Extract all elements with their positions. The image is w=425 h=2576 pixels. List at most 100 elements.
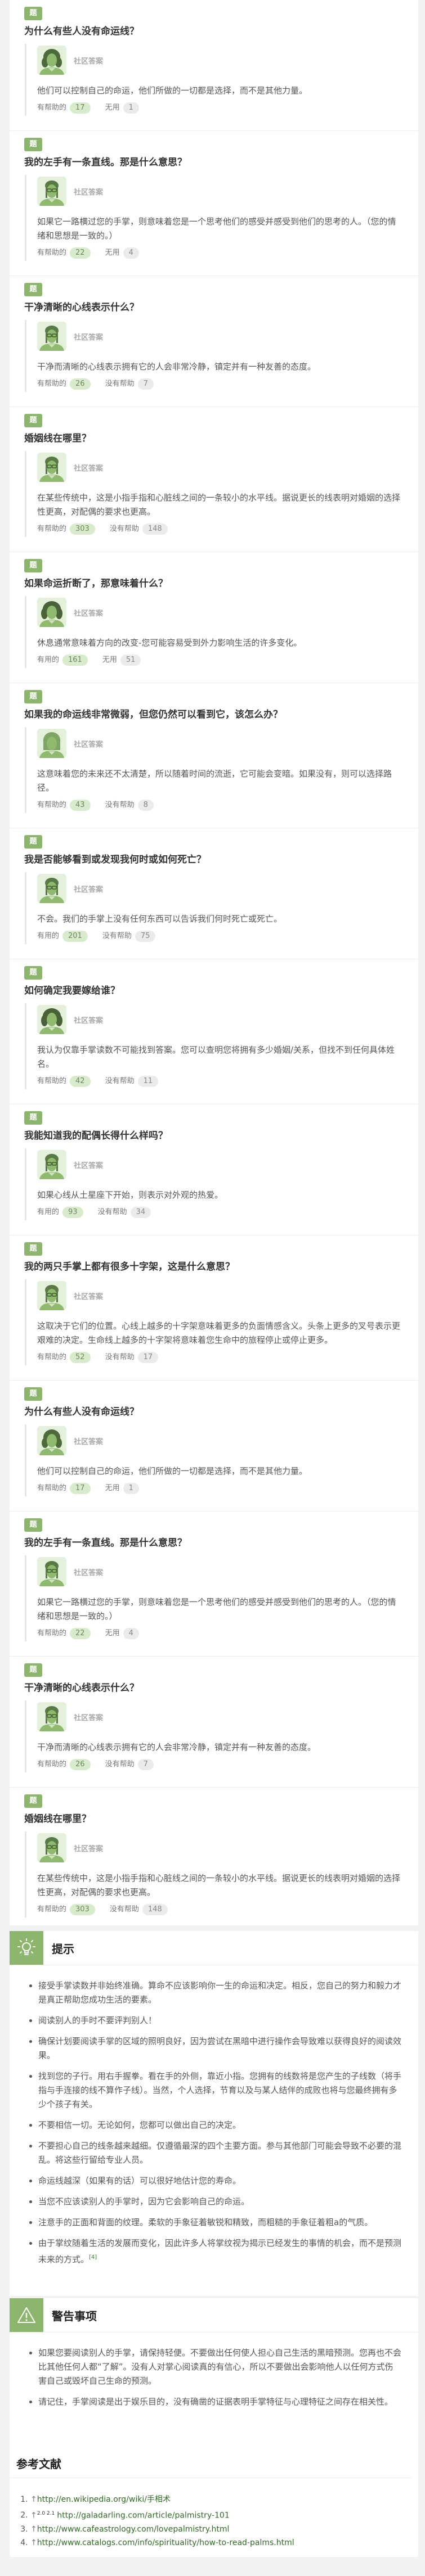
question-title: 我能知道我的配偶长得什么样吗？ bbox=[24, 1130, 168, 1142]
not-helpful-button[interactable]: 无用 51 bbox=[102, 653, 141, 666]
helpful-button[interactable]: 有帮助的 26 bbox=[37, 377, 91, 390]
helpful-button[interactable]: 有用的 93 bbox=[37, 1206, 83, 1218]
helpful-button[interactable]: 有帮助的 26 bbox=[37, 1758, 91, 1770]
feedback-row: 有用的 161 无用 51 bbox=[37, 653, 401, 666]
tip-text: 命运线越深（如果有的话）可以很好地估计您的寿命。 bbox=[38, 2176, 241, 2186]
helpful-count: 303 bbox=[70, 1904, 95, 1915]
avatar-icon bbox=[37, 453, 66, 482]
answer-quote: 社区答案 如果它一路横过您的手掌，则意味着您是一个思考他们的感受并感受到他们的思考… bbox=[25, 175, 401, 261]
feedback-row: 有帮助的 17 无用 1 bbox=[37, 1482, 401, 1494]
tip-item: 找到您的子行。用右手握拳。看在手的外侧，靠近小指。您拥有的线数将是您产生的子线数… bbox=[38, 2069, 401, 2112]
not-helpful-label: 没有帮助 bbox=[105, 1353, 135, 1361]
question-title: 如果命运折断了，那意味着什么？ bbox=[24, 578, 168, 589]
tips-section: 提示 接受手掌读数并非始终准确。算命不应该影响你一生的命运和决定。相反，您自己的… bbox=[10, 1931, 418, 2296]
helpful-button[interactable]: 有帮助的 42 bbox=[37, 1075, 91, 1087]
back-arrow-icon[interactable]: ↑ bbox=[30, 2538, 37, 2547]
answer-author: 社区答案 bbox=[37, 1005, 401, 1034]
question-title: 我是否能够看到或发现我何时或如何死亡？ bbox=[24, 854, 206, 865]
answer-author: 社区答案 bbox=[37, 598, 401, 627]
helpful-count: 303 bbox=[70, 524, 95, 535]
tip-text: 阅读别人的手时不要评判别人！ bbox=[38, 2015, 157, 2025]
tip-item: 接受手掌读数并非始终准确。算命不应该影响你一生的命运和决定。相反，您自己的努力和… bbox=[38, 1979, 401, 2007]
helpful-button[interactable]: 有用的 161 bbox=[37, 653, 88, 666]
feedback-row: 有帮助的 43 没有帮助 8 bbox=[37, 798, 401, 811]
helpful-button[interactable]: 有帮助的 52 bbox=[37, 1351, 91, 1363]
not-helpful-count: 148 bbox=[142, 524, 168, 535]
answer-author: 社区答案 bbox=[37, 1557, 401, 1586]
references-section: 参考文献 ↑http://en.wikipedia.org/wiki/手相术↑2… bbox=[10, 2438, 418, 2557]
answer-author: 社区答案 bbox=[37, 453, 401, 482]
back-arrow-icon[interactable]: ↑ bbox=[30, 2495, 37, 2504]
answer-quote: 社区答案不会。我们的手掌上没有任何东西可以告诉我们何时死亡或死亡。 有用的 201 没… bbox=[25, 872, 401, 944]
helpful-button[interactable]: 有帮助的 22 bbox=[37, 246, 91, 259]
not-helpful-button[interactable]: 无用 4 bbox=[105, 246, 139, 259]
not-helpful-button[interactable]: 没有帮助 8 bbox=[105, 798, 154, 811]
not-helpful-button[interactable]: 没有帮助 75 bbox=[102, 930, 156, 942]
not-helpful-button[interactable]: 没有帮助 148 bbox=[110, 522, 168, 535]
not-helpful-button[interactable]: 没有帮助 7 bbox=[105, 1758, 154, 1770]
citation-link[interactable]: [4] bbox=[89, 2254, 97, 2261]
answer-author: 社区答案 bbox=[37, 729, 401, 758]
not-helpful-label: 没有帮助 bbox=[105, 801, 135, 809]
helpful-button[interactable]: 有帮助的 303 bbox=[37, 1903, 95, 1915]
answer-text: 干净而清晰的心线表示拥有它的人会非常冷静，镇定并有一种友善的态度。 bbox=[37, 1742, 316, 1752]
helpful-count: 201 bbox=[62, 931, 88, 942]
not-helpful-count: 1 bbox=[123, 1483, 139, 1494]
helpful-label: 有帮助的 bbox=[37, 1760, 67, 1769]
helpful-count: 22 bbox=[70, 1628, 91, 1639]
author-label: 社区答案 bbox=[74, 333, 104, 342]
back-arrow-icon[interactable]: ↑ bbox=[30, 2511, 37, 2520]
not-helpful-button[interactable]: 没有帮助 7 bbox=[105, 377, 154, 390]
helpful-button[interactable]: 有用的 201 bbox=[37, 930, 88, 942]
helpful-button[interactable]: 有帮助的 22 bbox=[37, 1627, 91, 1639]
question-title: 婚姻线在哪里？ bbox=[24, 433, 91, 444]
not-helpful-count: 4 bbox=[123, 247, 139, 259]
helpful-button[interactable]: 有帮助的 17 bbox=[37, 101, 91, 114]
helpful-button[interactable]: 有帮助的 303 bbox=[37, 522, 95, 535]
avatar-icon bbox=[37, 1150, 66, 1179]
not-helpful-label: 无用 bbox=[105, 249, 120, 257]
not-helpful-label: 没有帮助 bbox=[109, 525, 139, 533]
author-label: 社区答案 bbox=[74, 609, 104, 618]
reference-backlinks[interactable]: 2.0 2.1 bbox=[37, 2511, 55, 2516]
not-helpful-button[interactable]: 无用 4 bbox=[105, 1627, 139, 1639]
not-helpful-button[interactable]: 没有帮助 34 bbox=[98, 1206, 151, 1218]
tip-item: 确保计划要阅读手掌的区域的照明良好，因为尝试在黑暗中进行操作会导致难以获得良好的… bbox=[38, 2034, 401, 2063]
not-helpful-button[interactable]: 没有帮助 148 bbox=[110, 1903, 168, 1915]
tip-item: 不要相信一切。无论如何，您都可以做出自己的决定。 bbox=[38, 2118, 401, 2132]
not-helpful-count: 8 bbox=[137, 800, 154, 811]
not-helpful-button[interactable]: 无用 1 bbox=[105, 1482, 139, 1494]
helpful-label: 有帮助的 bbox=[37, 1905, 67, 1914]
answer-author: 社区答案 bbox=[37, 874, 401, 903]
feedback-row: 有帮助的 22 无用 4 bbox=[37, 246, 401, 259]
author-label: 社区答案 bbox=[74, 1844, 104, 1853]
qa-item: 题干净清晰的心线表示什么？ 社区答案 干净而清晰的心线表示拥有它的人会非常冷静，镇定… bbox=[10, 1657, 418, 1788]
helpful-button[interactable]: 有帮助的 43 bbox=[37, 798, 91, 811]
not-helpful-button[interactable]: 无用 1 bbox=[105, 101, 139, 114]
answer-text: 在某些传统中，这是小指手指和心脏线之间的一条较小的水平线。据说更长的线表明对婚姻… bbox=[37, 1873, 401, 1897]
question-badge: 题 bbox=[24, 690, 42, 703]
reference-link[interactable]: http://en.wikipedia.org/wiki/手相术 bbox=[37, 2495, 171, 2504]
not-helpful-button[interactable]: 没有帮助 11 bbox=[105, 1075, 159, 1087]
tip-item: 命运线越深（如果有的话）可以很好地估计您的寿命。 bbox=[38, 2174, 401, 2188]
author-label: 社区答案 bbox=[74, 740, 104, 749]
not-helpful-count: 75 bbox=[135, 931, 156, 942]
answer-text: 我认为仅靠手掌读数不可能找到答案。您可以查明您将拥有多少婚姻/关系，但找不到任何… bbox=[37, 1045, 395, 1069]
answer-quote: 社区答案 这取决于它们的位置。心线上越多的十字架意味着更多的负面情感含义。头条上更… bbox=[25, 1279, 401, 1365]
helpful-count: 26 bbox=[70, 378, 91, 390]
answer-quote: 社区答案 这意味着您的未来还不太清楚，所以随着时间的流逝，它可能会变暗。如果没有，… bbox=[25, 727, 401, 813]
back-arrow-icon[interactable]: ↑ bbox=[30, 2525, 37, 2534]
reference-link[interactable]: http://galadarling.com/article/palmistry… bbox=[57, 2511, 230, 2520]
not-helpful-button[interactable]: 没有帮助 17 bbox=[105, 1351, 159, 1363]
question-badge: 题 bbox=[24, 1387, 42, 1401]
qa-item: 题我是否能够看到或发现我何时或如何死亡？ 社区答案 不会。我们的手掌上没有任何东西可… bbox=[10, 828, 418, 959]
warnings-section: 警告事项 如果您要阅读别人的手掌，请保持轻便。不要做出任何使人担心自己生活的黑暗… bbox=[10, 2298, 418, 2438]
reference-link[interactable]: http://www.catalogs.com/info/spiritualit… bbox=[37, 2538, 294, 2547]
helpful-button[interactable]: 有帮助的 17 bbox=[37, 1482, 91, 1494]
helpful-label: 有帮助的 bbox=[37, 103, 67, 112]
reference-link[interactable]: http://www.cafeastrology.com/lovepalmist… bbox=[37, 2525, 230, 2534]
answer-quote: 社区答案 干净而清晰的心线表示拥有它的人会非常冷静，镇定并有一种友善的态度。 有帮助… bbox=[25, 320, 401, 392]
answer-author: 社区答案 bbox=[37, 177, 401, 206]
answer-text: 不会。我们的手掌上没有任何东西可以告诉我们何时死亡或死亡。 bbox=[37, 914, 283, 924]
qa-item: 题干净清晰的心线表示什么？ 社区答案 干净而清晰的心线表示拥有它的人会非常冷静，镇定… bbox=[10, 276, 418, 407]
